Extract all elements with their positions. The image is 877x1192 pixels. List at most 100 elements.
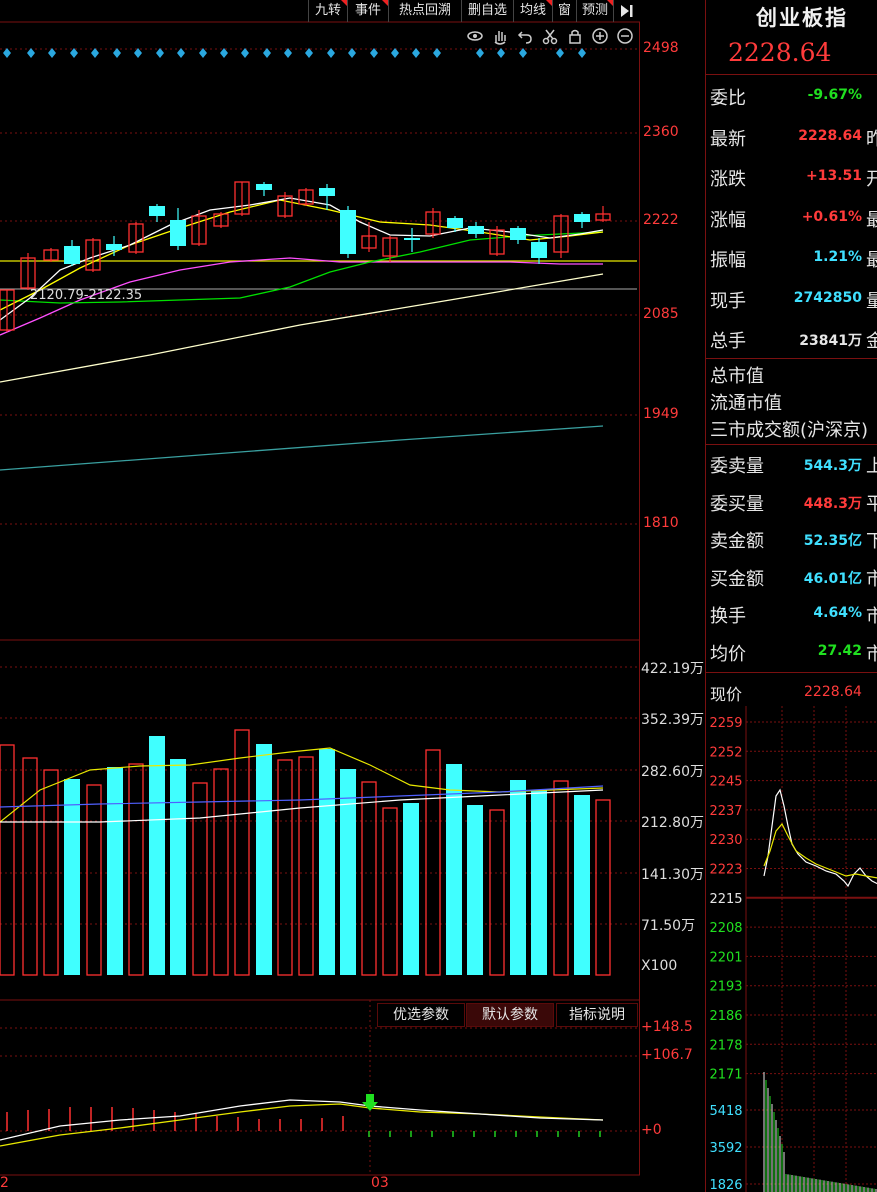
expand-arrow-icon[interactable] bbox=[613, 0, 640, 22]
toolbar-button-label: 均线 bbox=[519, 3, 546, 18]
volume-tick: 71.50万 bbox=[641, 918, 696, 934]
toolbar-button-1[interactable]: 事件 bbox=[347, 0, 388, 22]
volume-bar-down bbox=[64, 779, 80, 975]
indicator-param-button[interactable]: 默认参数 bbox=[466, 1003, 554, 1027]
signal-diamond-icon bbox=[113, 48, 121, 58]
quote-value: 4.64% bbox=[813, 605, 862, 621]
undo-icon[interactable] bbox=[516, 27, 534, 45]
mini-price-tick: 2201 bbox=[709, 950, 742, 965]
signal-diamond-icon bbox=[327, 48, 335, 58]
mini-price-tick: 2193 bbox=[709, 980, 742, 995]
signal-diamond-icon bbox=[156, 48, 164, 58]
mini-price-tick: 2208 bbox=[709, 921, 742, 936]
quote-edge-label: 市 bbox=[866, 606, 877, 627]
signal-diamond-icon bbox=[177, 48, 185, 58]
volume-multiplier: X100 bbox=[641, 958, 678, 974]
date-label: 03 bbox=[371, 1175, 389, 1191]
volume-tick: 212.80万 bbox=[641, 815, 704, 831]
volume-bar-down bbox=[149, 736, 165, 975]
mini-volume-tick: 5418 bbox=[709, 1104, 742, 1119]
volume-bar-down bbox=[319, 749, 335, 975]
signal-diamond-icon bbox=[391, 48, 399, 58]
volume-bar-up bbox=[192, 782, 208, 976]
market-value-label: 三市成交额(沪深京) bbox=[710, 420, 869, 441]
zoom-in-icon[interactable] bbox=[591, 27, 609, 45]
eye-icon[interactable] bbox=[466, 27, 484, 45]
signal-diamond-icon bbox=[48, 48, 56, 58]
range-label: 2120.79-2122.35 bbox=[30, 288, 143, 303]
mini-price-tick: 2186 bbox=[709, 1009, 742, 1024]
toolbar-button-3[interactable]: 删自选 bbox=[461, 0, 513, 22]
toolbar-button-0[interactable]: 九转 bbox=[308, 0, 347, 22]
quote-label: 振幅 bbox=[710, 250, 746, 271]
toolbar-button-4[interactable]: 均线 bbox=[513, 0, 552, 22]
volume-tick: 352.39万 bbox=[641, 712, 704, 728]
zoom-out-icon[interactable] bbox=[616, 27, 634, 45]
intraday-mini-chart[interactable]: 2259 2252 2245 2237 2230 2223 2215 2208 2201 2193… bbox=[706, 706, 877, 1192]
quote-edge-label: 市 bbox=[866, 568, 877, 590]
market-value-label: 流通市值 bbox=[710, 393, 782, 414]
volume-bar-up bbox=[128, 763, 144, 976]
quote-row: 卖金额 52.35亿下 bbox=[706, 523, 877, 553]
quote-edge-label: 下 bbox=[866, 531, 877, 552]
volume-bar-up bbox=[382, 807, 398, 976]
signal-diamond-icon bbox=[578, 48, 586, 58]
quote-edge-label: 昨 bbox=[866, 128, 877, 150]
quote-value: 46.01亿 bbox=[803, 570, 862, 587]
indicator-param-button[interactable]: 优选参数 bbox=[377, 1003, 465, 1027]
quote-value: 52.35亿 bbox=[803, 533, 862, 549]
quote-row: 总手 23841万金 bbox=[706, 323, 877, 353]
quote-edge-label: 上 bbox=[866, 456, 877, 477]
candle-down bbox=[106, 244, 122, 250]
signal-diamond-icon bbox=[263, 48, 271, 58]
index-price: 2228.64 bbox=[728, 38, 832, 67]
quote-row: 最新 2228.64 昨 bbox=[706, 121, 877, 151]
signal-diamond-icon bbox=[241, 48, 249, 58]
quote-row: 换手 4.64% 市 bbox=[706, 598, 877, 628]
volume-bar-down bbox=[340, 769, 356, 975]
mini-price-tick: 2230 bbox=[709, 833, 742, 848]
quote-value: +0.61% bbox=[801, 208, 862, 225]
signal-diamond-icon bbox=[556, 48, 564, 58]
toolbar-button-label: 热点回溯 bbox=[398, 3, 451, 18]
mini-price-tick: 2215 bbox=[709, 892, 742, 907]
toolbar-button-label: 预测 bbox=[581, 3, 608, 18]
volume-bar-up bbox=[298, 756, 314, 976]
market-value-label: 总市值 bbox=[710, 366, 764, 387]
mini-price-tick: 2171 bbox=[709, 1068, 742, 1083]
mini-price-tick: 2259 bbox=[709, 716, 742, 731]
quote-label: 涨跌 bbox=[710, 169, 746, 190]
quote-label: 现手 bbox=[710, 290, 746, 312]
volume-tick: 141.30万 bbox=[641, 867, 704, 883]
volume-bar-up bbox=[553, 780, 569, 976]
quote-value: 544.3万 bbox=[803, 458, 862, 474]
toolbar-button-5[interactable]: 窗 bbox=[552, 0, 576, 22]
candle-down bbox=[256, 184, 272, 190]
quote-label: 涨幅 bbox=[710, 209, 746, 231]
price-tick: 1949 bbox=[643, 406, 679, 422]
quote-edge-label: 最 bbox=[866, 209, 877, 231]
current-price-label: 现价 bbox=[710, 685, 743, 704]
indicator-param-button[interactable]: 指标说明 bbox=[556, 1003, 638, 1027]
indicator-tick: +148.5 bbox=[641, 1019, 693, 1035]
candle-down bbox=[468, 226, 484, 234]
candle-down bbox=[574, 214, 590, 222]
quote-row: 涨跌 +13.51 开 bbox=[706, 161, 877, 191]
quote-row: 涨幅 +0.61% 最 bbox=[706, 202, 877, 232]
indicator-tick: +106.7 bbox=[641, 1047, 693, 1063]
mini-price-tick: 2223 bbox=[709, 863, 742, 878]
lock-icon[interactable] bbox=[566, 27, 584, 45]
toolbar-button-2[interactable]: 热点回溯 bbox=[388, 0, 461, 22]
index-title: 创业板指 bbox=[756, 5, 848, 30]
hand-icon[interactable] bbox=[491, 27, 509, 45]
volume-bar-up bbox=[361, 781, 377, 976]
quote-row: 委卖量 544.3万上 bbox=[706, 448, 877, 478]
quote-label: 委卖量 bbox=[710, 456, 764, 477]
candle-down bbox=[340, 210, 356, 254]
quote-value: 23841万 bbox=[799, 333, 862, 349]
candle-down bbox=[510, 228, 526, 240]
volume-bar-down bbox=[510, 780, 526, 975]
candle-down bbox=[447, 218, 463, 228]
scissors-icon[interactable] bbox=[541, 27, 559, 45]
toolbar-button-6[interactable]: 预测 bbox=[576, 0, 613, 22]
